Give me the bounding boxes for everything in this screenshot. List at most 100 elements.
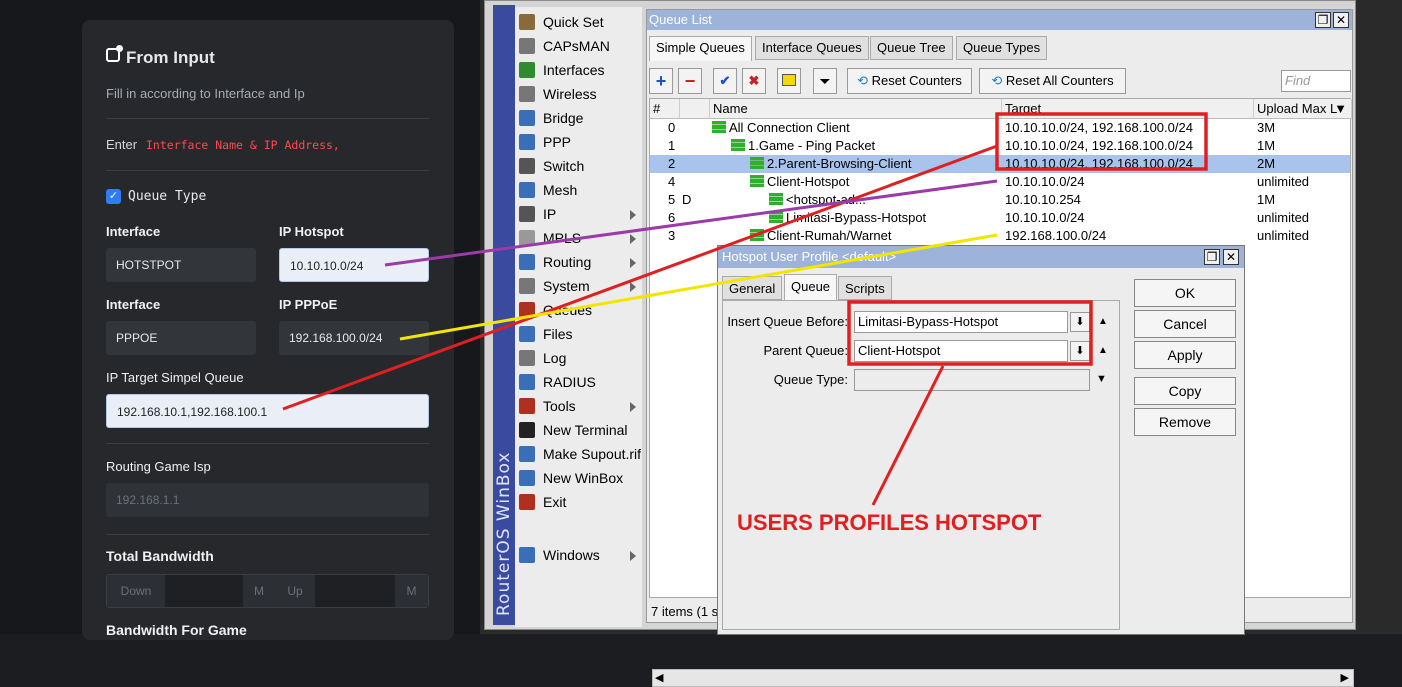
menu-item-system[interactable]: System bbox=[515, 274, 642, 298]
menu-item-new-terminal[interactable]: New Terminal bbox=[515, 418, 642, 442]
col-name[interactable]: Name bbox=[710, 99, 1002, 119]
cancel-button[interactable]: Cancel bbox=[1134, 310, 1236, 338]
menu-item-capsman[interactable]: CAPsMAN bbox=[515, 34, 642, 58]
tab-general[interactable]: General bbox=[722, 276, 783, 300]
tab-interface-queues[interactable]: Interface Queues bbox=[755, 36, 869, 60]
remove-icon[interactable]: − bbox=[678, 68, 702, 94]
col-target[interactable]: Target bbox=[1002, 99, 1254, 119]
menu-item-tools[interactable]: Tools bbox=[515, 394, 642, 418]
menu-item-exit[interactable]: Exit bbox=[515, 490, 642, 514]
table-row[interactable]: 1 1.Game - Ping Packet 10.10.10.0/24, 192.… bbox=[650, 137, 1350, 155]
menu-item-label: MPLS bbox=[543, 230, 582, 246]
col-upload[interactable]: Upload Max L ▼ bbox=[1254, 99, 1352, 119]
ip-icon bbox=[519, 206, 535, 222]
menu-item-windows[interactable]: Windows bbox=[515, 543, 642, 567]
menu-item-mesh[interactable]: Mesh bbox=[515, 178, 642, 202]
queue-icon bbox=[769, 193, 783, 205]
menu-item-queues[interactable]: Queues bbox=[515, 298, 642, 322]
interface1-input[interactable]: HOTSTPOT bbox=[106, 248, 256, 282]
insert-queue-field[interactable]: Limitasi-Bypass-Hotspot bbox=[854, 311, 1068, 333]
target-label: IP Target Simpel Queue bbox=[106, 370, 244, 385]
dialog-restore-icon[interactable]: ❐ bbox=[1204, 249, 1220, 265]
winbox-icon bbox=[519, 470, 535, 486]
routing-input[interactable]: 192.168.1.1 bbox=[106, 483, 429, 517]
horizontal-scrollbar[interactable]: ◀ ▶ bbox=[652, 669, 1354, 687]
ip-pppoe-input[interactable]: 192.168.100.0/24 bbox=[279, 321, 429, 355]
col-num[interactable]: # bbox=[650, 99, 680, 119]
scroll-right-icon[interactable]: ▶ bbox=[1341, 671, 1349, 684]
parent-queue-field[interactable]: Client-Hotspot bbox=[854, 340, 1068, 362]
from-input-card: From Input Fill in according to Interfac… bbox=[82, 20, 454, 640]
parent-queue-up-icon[interactable]: ▲ bbox=[1098, 345, 1108, 356]
menu-item-log[interactable]: Log bbox=[515, 346, 642, 370]
menu-item-ip[interactable]: IP bbox=[515, 202, 642, 226]
disable-icon[interactable]: ✖ bbox=[742, 68, 766, 94]
tab-queue[interactable]: Queue bbox=[784, 274, 838, 300]
up-unit: M bbox=[395, 575, 428, 607]
menu-item-bridge[interactable]: Bridge bbox=[515, 106, 642, 130]
menu-item-label: Queues bbox=[543, 302, 593, 318]
menu-item-quick-set[interactable]: Quick Set bbox=[515, 10, 642, 34]
ip-hotspot-input[interactable]: 10.10.10.0/24 bbox=[279, 248, 429, 282]
row-target: 10.10.10.0/24 bbox=[1005, 174, 1085, 189]
menu-item-label: Interfaces bbox=[543, 62, 605, 78]
row-name-cell: <hotspot-ad... bbox=[769, 191, 1000, 209]
scroll-left-icon[interactable]: ◀ bbox=[655, 671, 663, 684]
menu-item-switch[interactable]: Switch bbox=[515, 154, 642, 178]
filter-icon[interactable]: ⏷ bbox=[813, 68, 837, 94]
dialog-close-icon[interactable]: ✕ bbox=[1223, 249, 1239, 265]
col-flag[interactable] bbox=[680, 99, 710, 119]
ok-button[interactable]: OK bbox=[1134, 279, 1236, 307]
menu-item-interfaces[interactable]: Interfaces bbox=[515, 58, 642, 82]
close-icon[interactable]: ✕ bbox=[1333, 12, 1349, 28]
table-row[interactable]: 5 D <hotspot-ad... 10.10.10.254 1M bbox=[650, 191, 1350, 209]
mesh-icon bbox=[519, 182, 535, 198]
insert-queue-up-icon[interactable]: ▲ bbox=[1098, 316, 1108, 327]
copy-button[interactable]: Copy bbox=[1134, 377, 1236, 405]
target-input[interactable]: 192.168.10.1,192.168.100.1 bbox=[106, 394, 429, 428]
table-row[interactable]: 3 Client-Rumah/Warnet 192.168.100.0/24 unli… bbox=[650, 227, 1350, 245]
down-input[interactable] bbox=[165, 575, 243, 607]
tab-scripts[interactable]: Scripts bbox=[838, 276, 892, 300]
table-row[interactable]: 6 Limitasi-Bypass-Hotspot 10.10.10.0/24 unl… bbox=[650, 209, 1350, 227]
find-input[interactable]: Find bbox=[1281, 70, 1351, 92]
up-input[interactable] bbox=[315, 575, 395, 607]
menu-item-mpls[interactable]: MPLS bbox=[515, 226, 642, 250]
tab-queue-types[interactable]: Queue Types bbox=[956, 36, 1048, 60]
restore-icon[interactable]: ❐ bbox=[1315, 12, 1331, 28]
menu-item-files[interactable]: Files bbox=[515, 322, 642, 346]
parent-queue-dropdown-icon[interactable]: ⬇ bbox=[1070, 341, 1090, 361]
queue-type-field[interactable] bbox=[854, 369, 1090, 391]
apply-button[interactable]: Apply bbox=[1134, 341, 1236, 369]
reset-all-counters-button[interactable]: ⟲ Reset All Counters bbox=[979, 68, 1126, 94]
form-title: From Input bbox=[126, 48, 215, 67]
queue-type-dropdown-icon[interactable]: ▼ bbox=[1096, 373, 1107, 385]
menu-item-label: New Terminal bbox=[543, 422, 628, 438]
queue-icon bbox=[750, 175, 764, 187]
comment-icon[interactable] bbox=[777, 68, 801, 94]
table-row[interactable]: 4 Client-Hotspot 10.10.10.0/24 unlimited bbox=[650, 173, 1350, 191]
tab-queue-tree[interactable]: Queue Tree bbox=[870, 36, 953, 60]
table-row[interactable]: 0 All Connection Client 10.10.10.0/24, 192… bbox=[650, 119, 1350, 137]
menu-item-ppp[interactable]: PPP bbox=[515, 130, 642, 154]
add-icon[interactable]: + bbox=[649, 68, 673, 94]
column-menu-icon[interactable]: ▼ bbox=[1334, 99, 1347, 119]
menu-item-radius[interactable]: RADIUS bbox=[515, 370, 642, 394]
row-upload: unlimited bbox=[1257, 174, 1310, 189]
menu-item-wireless[interactable]: Wireless bbox=[515, 82, 642, 106]
tab-simple-queues[interactable]: Simple Queues bbox=[649, 36, 752, 61]
menu-item-make-supout-rif[interactable]: Make Supout.rif bbox=[515, 442, 642, 466]
reset-counters-button[interactable]: ⟲ Reset Counters bbox=[847, 68, 972, 94]
remove-button[interactable]: Remove bbox=[1134, 408, 1236, 436]
menu-item-routing[interactable]: Routing bbox=[515, 250, 642, 274]
down-unit: M bbox=[243, 575, 275, 607]
interface2-input[interactable]: PPPOE bbox=[106, 321, 256, 355]
queue-type-checkbox[interactable]: ✓ bbox=[106, 189, 121, 204]
insert-queue-dropdown-icon[interactable]: ⬇ bbox=[1070, 312, 1090, 332]
submenu-arrow-icon bbox=[630, 234, 636, 244]
table-row[interactable]: 2 2.Parent-Browsing-Client 10.10.10.0/24, … bbox=[650, 155, 1350, 173]
bandwidth-group: Down M Up M bbox=[106, 574, 429, 608]
hotspot-user-profile-dialog: Hotspot User Profile <default> ❐ ✕ Gener… bbox=[717, 245, 1245, 635]
menu-item-new-winbox[interactable]: New WinBox bbox=[515, 466, 642, 490]
enable-icon[interactable]: ✔ bbox=[713, 68, 737, 94]
